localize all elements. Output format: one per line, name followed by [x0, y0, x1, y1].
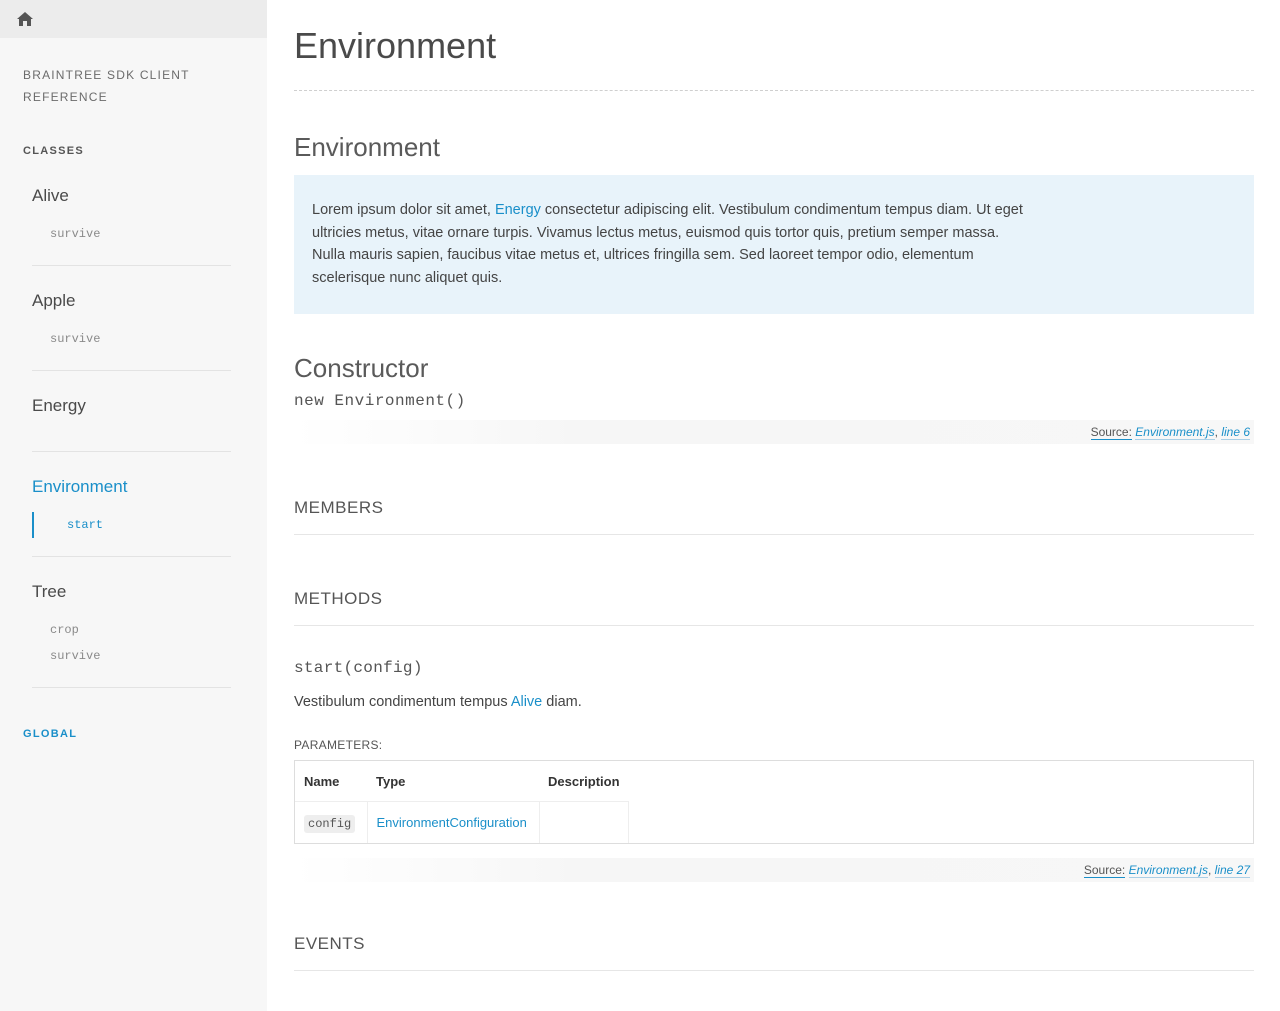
param-name: config: [304, 814, 356, 833]
method-signature: start(config): [294, 658, 423, 677]
member-link-survive[interactable]: survive: [32, 643, 231, 669]
table-header-row: Name Type Description: [295, 760, 629, 803]
member-link-start[interactable]: start: [32, 512, 231, 538]
parameters-grid: Name Type Description config Environment…: [295, 760, 630, 843]
column-header-description: Description: [539, 760, 629, 803]
events-heading: EVENTS: [294, 934, 1254, 971]
class-link-alive[interactable]: Alive: [32, 185, 231, 207]
source-label: Source:: [1090, 424, 1132, 440]
class-link-apple[interactable]: Apple: [32, 290, 231, 312]
method-description-part: diam.: [542, 693, 582, 710]
member-link-crop[interactable]: crop: [32, 617, 231, 643]
description-text: Lorem ipsum dolor sit amet, Energy conse…: [312, 199, 1032, 290]
method-description: Vestibulum condimentum tempus Alive diam…: [294, 694, 1254, 710]
class-item-energy: Energy: [32, 371, 231, 452]
sdk-title: BRAINTREE SDK CLIENT REFERENCE: [23, 68, 190, 104]
member-link-survive[interactable]: survive: [32, 221, 231, 247]
constructor-source: Source: Environment.js, line 6: [294, 419, 1254, 444]
class-link-energy[interactable]: Energy: [32, 395, 231, 417]
class-title: Environment: [294, 132, 440, 162]
source-file-link[interactable]: Environment.js: [1128, 862, 1208, 878]
energy-link[interactable]: Energy: [495, 202, 541, 218]
class-list: Alive survive Apple survive Energy Envir…: [32, 177, 231, 688]
constructor-heading: Constructor: [294, 352, 429, 383]
class-item-apple: Apple survive: [32, 266, 231, 371]
class-item-alive: Alive survive: [32, 177, 231, 266]
source-line-link[interactable]: line 6: [1221, 424, 1250, 440]
parameters-table: Name Type Description config Environment…: [294, 759, 1254, 844]
classes-heading: CLASSES: [23, 145, 85, 157]
param-description-cell: [539, 801, 630, 843]
param-type-link[interactable]: EnvironmentConfiguration: [377, 815, 527, 830]
source-label: Source:: [1083, 862, 1126, 878]
title-divider: [294, 90, 1254, 91]
source-file-link[interactable]: Environment.js: [1135, 424, 1215, 440]
sidebar: BRAINTREE SDK CLIENT REFERENCE CLASSES A…: [0, 0, 267, 1011]
member-list: survive: [32, 326, 231, 352]
constructor-signature: new Environment(): [294, 391, 466, 410]
member-list: survive: [32, 221, 231, 247]
param-name-cell: config: [295, 801, 368, 843]
alive-link[interactable]: Alive: [511, 694, 542, 710]
class-item-environment: Environment start: [32, 452, 231, 557]
class-link-tree[interactable]: Tree: [32, 581, 231, 603]
members-heading: MEMBERS: [294, 498, 1254, 535]
class-link-environment[interactable]: Environment: [32, 476, 231, 498]
parameters-label: PARAMETERS:: [294, 737, 383, 752]
column-header-name: Name: [295, 760, 367, 803]
main-content: Environment Environment Lorem ipsum dolo…: [294, 0, 1254, 971]
member-link-survive[interactable]: survive: [32, 326, 231, 352]
description-text-part: Lorem ipsum dolor sit amet,: [312, 202, 495, 218]
method-source: Source: Environment.js, line 27: [294, 857, 1254, 882]
home-icon[interactable]: [16, 11, 34, 27]
table-row: config EnvironmentConfiguration: [295, 801, 630, 843]
source-line-link[interactable]: line 27: [1214, 862, 1250, 878]
member-list: start: [32, 512, 231, 538]
methods-heading: METHODS: [294, 589, 1254, 626]
param-type-cell: EnvironmentConfiguration: [367, 801, 540, 843]
global-link[interactable]: GLOBAL: [23, 728, 267, 740]
class-item-tree: Tree crop survive: [32, 557, 231, 688]
page-title: Environment: [294, 25, 497, 66]
member-list: crop survive: [32, 617, 231, 669]
column-header-type: Type: [367, 760, 539, 803]
class-description: Lorem ipsum dolor sit amet, Energy conse…: [294, 175, 1254, 314]
source-separator: ,: [1207, 862, 1215, 877]
method-description-part: Vestibulum condimentum tempus: [294, 693, 511, 710]
home-bar[interactable]: [0, 0, 267, 38]
